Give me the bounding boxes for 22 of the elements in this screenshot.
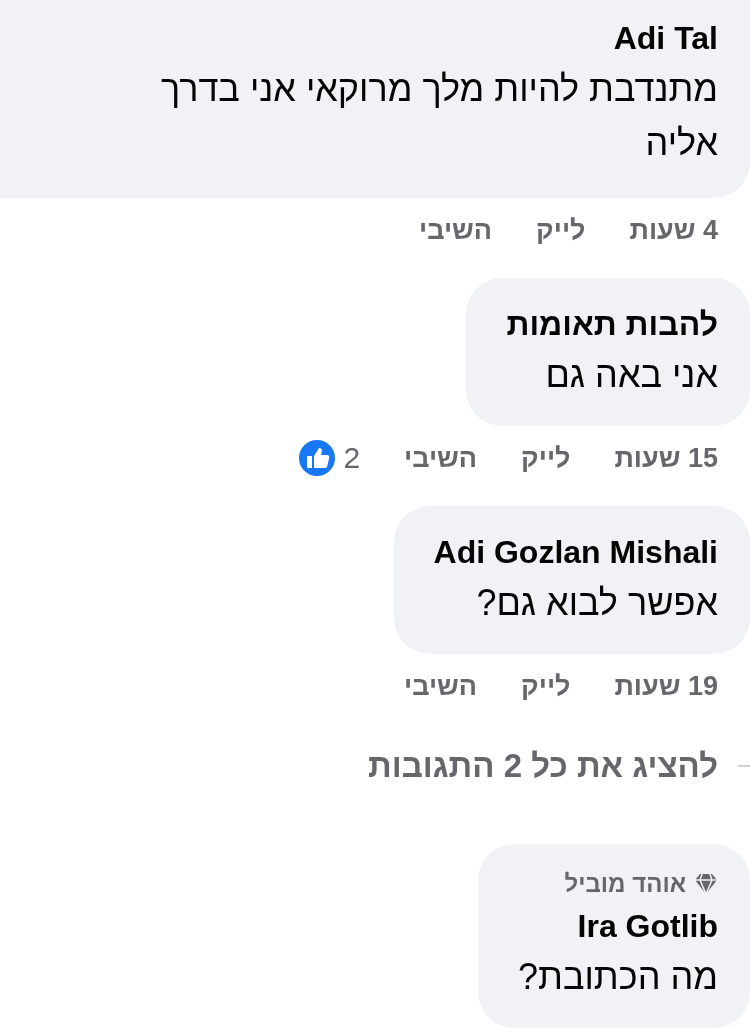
timestamp-link[interactable]: 15 שעות <box>614 442 718 474</box>
like-button[interactable]: לייק <box>521 442 571 474</box>
reply-button[interactable]: השיבי <box>404 442 478 474</box>
diamond-icon <box>694 873 718 895</box>
like-button[interactable]: לייק <box>536 214 586 246</box>
comment-text: אני באה גם <box>545 353 718 397</box>
fan-badge-label: אוהד מוביל <box>564 869 686 899</box>
author-link[interactable]: להבות תאומות <box>506 300 718 348</box>
like-button[interactable]: לייק <box>521 670 571 702</box>
comment-text: אפשר לבוא גם? <box>476 581 718 625</box>
show-replies-link[interactable]: להציג את כל 2 התגובות <box>368 744 718 788</box>
comment-text: מתנדבת להיות מלך מרוקאי אני בדרך אליה <box>160 67 718 165</box>
timestamp-link[interactable]: 19 שעות <box>614 670 718 702</box>
author-link[interactable]: Ira Gotlib <box>577 902 718 950</box>
comment-text: מה הכתובת? <box>518 955 718 999</box>
reaction-count[interactable]: 2 <box>343 441 361 475</box>
timestamp-link[interactable]: 4 שעות <box>629 214 718 246</box>
author-link[interactable]: Adi Gozlan Mishali <box>433 528 718 576</box>
like-icon <box>297 438 338 478</box>
author-link[interactable]: Adi Tal <box>613 14 718 62</box>
reply-button[interactable]: השיבי <box>404 670 478 702</box>
reply-button[interactable]: השיבי <box>419 214 493 246</box>
